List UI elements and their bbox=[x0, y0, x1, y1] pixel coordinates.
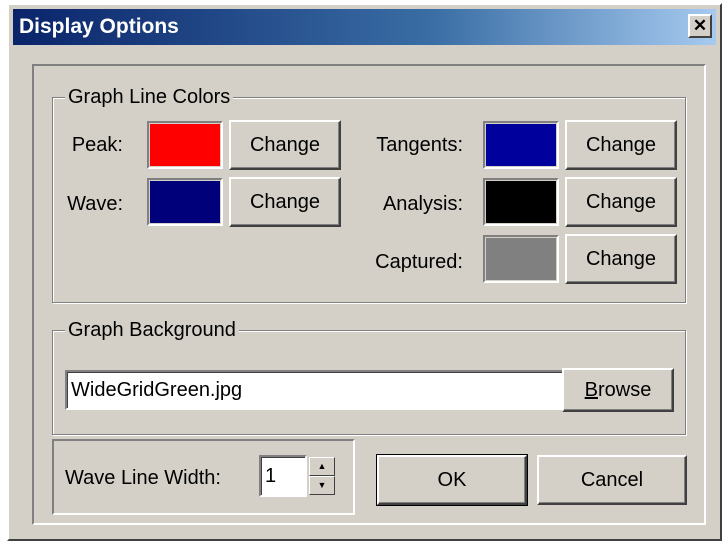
spin-up-icon: ▲ bbox=[317, 461, 327, 471]
browse-button-mnemonic: B bbox=[584, 378, 598, 401]
peak-label: Peak: bbox=[71, 134, 123, 156]
graph-line-colors-legend: Graph Line Colors bbox=[65, 86, 234, 108]
spin-up-button[interactable]: ▲ bbox=[309, 457, 335, 476]
title-bar[interactable]: Display Options ✕ bbox=[13, 9, 716, 45]
close-button[interactable]: ✕ bbox=[688, 14, 712, 38]
tangents-color-swatch bbox=[483, 121, 559, 169]
cancel-button[interactable]: Cancel bbox=[537, 455, 687, 505]
tangents-color-fill bbox=[486, 124, 556, 166]
wave-color-fill bbox=[150, 181, 220, 223]
analysis-label: Analysis: bbox=[382, 193, 463, 215]
window-title: Display Options bbox=[19, 15, 179, 38]
spin-down-button[interactable]: ▼ bbox=[309, 476, 335, 495]
graph-background-legend: Graph Background bbox=[65, 319, 239, 341]
close-icon: ✕ bbox=[692, 16, 708, 35]
wave-color-swatch bbox=[147, 178, 223, 226]
peak-color-fill bbox=[150, 124, 220, 166]
browse-button[interactable]: Browse bbox=[562, 368, 674, 412]
tangents-change-button[interactable]: Change bbox=[565, 120, 677, 170]
browse-button-label-rest: rowse bbox=[597, 378, 652, 401]
captured-color-swatch bbox=[483, 235, 559, 283]
tangents-label: Tangents: bbox=[376, 134, 463, 156]
graph-background-file-input[interactable] bbox=[65, 370, 565, 410]
wave-label: Wave: bbox=[67, 193, 123, 215]
spin-down-icon: ▼ bbox=[317, 480, 327, 490]
peak-color-swatch bbox=[147, 121, 223, 169]
analysis-change-button[interactable]: Change bbox=[565, 177, 677, 227]
peak-change-button[interactable]: Change bbox=[229, 120, 341, 170]
captured-color-fill bbox=[486, 238, 556, 280]
captured-label: Captured: bbox=[375, 251, 463, 273]
captured-change-button[interactable]: Change bbox=[565, 234, 677, 284]
wave-change-button[interactable]: Change bbox=[229, 177, 341, 227]
analysis-color-fill bbox=[486, 181, 556, 223]
wave-line-width-input[interactable] bbox=[259, 455, 307, 497]
display-options-dialog: Display Options ✕ Graph Line Colors Peak… bbox=[7, 3, 722, 541]
wave-line-width-label: Wave Line Width: bbox=[65, 467, 221, 489]
ok-button[interactable]: OK bbox=[376, 454, 528, 506]
analysis-color-swatch bbox=[483, 178, 559, 226]
